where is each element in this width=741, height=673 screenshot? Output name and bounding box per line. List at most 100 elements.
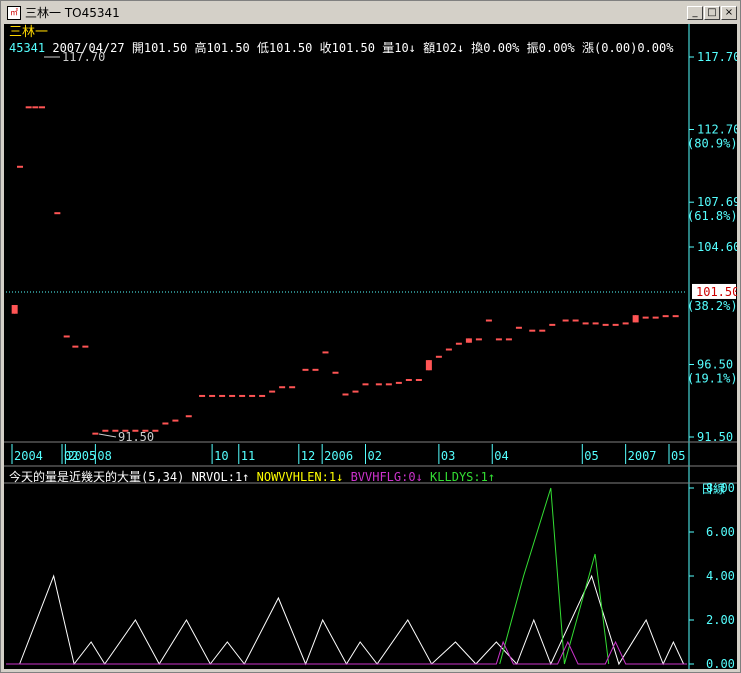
price-candle <box>539 329 546 332</box>
price-tick-label: 117.70 <box>697 50 737 64</box>
price-candle <box>612 323 619 326</box>
quote-info-line: 45341 2007/04/27 開101.50 高101.50 低101.50… <box>9 41 673 55</box>
amplitude: 振0.00% <box>526 41 575 55</box>
price-candle <box>622 322 629 325</box>
date-tick-label: 12 <box>301 449 315 463</box>
price-candle <box>672 315 679 318</box>
high-price: 高101.50 <box>194 41 250 55</box>
period-scale-button[interactable]: 日線 <box>701 480 725 497</box>
date-tick-label: 05 <box>584 449 598 463</box>
price-candle <box>302 368 309 371</box>
price-candle <box>475 338 482 341</box>
price-candle <box>415 378 422 381</box>
price-candle <box>342 393 349 396</box>
date-tick-label: 11 <box>241 449 255 463</box>
price-candle <box>652 316 659 319</box>
price-candle <box>82 345 89 348</box>
low-marker-line <box>98 433 117 438</box>
price-candle <box>602 323 609 326</box>
price-candle <box>249 394 256 397</box>
low-price: 低101.50 <box>257 41 313 55</box>
indicator-header: 今天的量是近幾天的大量(5,34) NRVOL:1↑ NOWVVHLEN:1↓ … <box>9 470 495 484</box>
date-tick-label: 2005 <box>67 449 96 463</box>
maximize-button[interactable]: □ <box>704 6 720 20</box>
price-candle <box>332 371 339 374</box>
indicator-series-line-nrvol <box>19 574 685 666</box>
price-candle <box>352 390 359 393</box>
indicator-series-nowvvhlen: NOWVVHLEN:1↓ <box>256 470 344 484</box>
price-candle <box>142 429 149 432</box>
chart-area[interactable]: 117.70 112.70 (80.9%) 107.69 (61.8%) 104.60 96… <box>4 24 737 669</box>
price-candle <box>485 319 492 322</box>
price-candle <box>385 383 392 386</box>
price-tick-label: 112.70 <box>697 123 737 137</box>
turnover: 換0.00% <box>471 41 520 55</box>
indicator-series-bvvhflg: BVVHFLG:0↓ <box>350 470 423 484</box>
price-tick-label: 107.69 <box>697 195 737 209</box>
price-candle <box>112 429 119 432</box>
price-candle <box>465 338 472 343</box>
price-candle <box>54 212 61 215</box>
low-marker-label: 91.50 <box>118 430 154 444</box>
price-candle <box>25 106 32 109</box>
date-tick-label: 04 <box>494 449 508 463</box>
stock-code: 45341 <box>9 41 46 55</box>
app-icon: ㎡ <box>7 6 21 20</box>
price-candle <box>505 338 512 341</box>
current-price-pct: (38.2%) <box>687 299 737 313</box>
indicator-title: 今天的量是近幾天的大量(5,34) <box>9 470 185 484</box>
price-tick-label: 96.50 <box>697 357 733 371</box>
price-candle <box>152 429 159 432</box>
price-tick-pct: (19.1%) <box>687 371 737 385</box>
price-candle <box>122 429 129 432</box>
title-bar[interactable]: ㎡ 三林一 TO45341 _ □ × <box>3 3 738 23</box>
quote-date: 2007/04/27 <box>52 41 125 55</box>
price-candle <box>229 394 236 397</box>
close-button[interactable]: × <box>721 6 737 20</box>
price-tick-pct: (61.8%) <box>687 209 737 223</box>
indicator-tick-label: 0.00 <box>706 657 735 669</box>
change: 漲(0.00)0.00% <box>582 41 674 55</box>
date-tick-label: 03 <box>441 449 455 463</box>
price-candle <box>572 319 579 322</box>
price-candle <box>322 351 329 354</box>
price-candle <box>102 429 109 432</box>
indicator-tick-label: 6.00 <box>706 525 735 539</box>
price-candle <box>562 319 569 322</box>
price-candle <box>425 360 432 371</box>
price-candle <box>362 383 369 386</box>
date-tick-label: 10 <box>214 449 228 463</box>
price-candle <box>162 422 169 425</box>
price-candle <box>289 386 296 389</box>
date-tick-label: 05 <box>671 449 685 463</box>
price-candle <box>92 432 99 435</box>
price-candle <box>172 419 179 422</box>
price-candle <box>515 326 522 329</box>
price-candle <box>17 165 24 168</box>
price-candle <box>662 315 669 318</box>
indicator-tick-label: 2.00 <box>706 613 735 627</box>
stock-name: 三林一 <box>9 25 49 40</box>
price-candle <box>455 342 462 345</box>
date-tick-label: 2007 <box>628 449 657 463</box>
price-candle <box>11 305 18 314</box>
volume: 量10↓ <box>382 41 416 55</box>
indicator-series-nrvol: NRVOL:1↑ <box>191 470 250 484</box>
price-candle <box>279 386 286 389</box>
price-chart-svg[interactable]: 117.70 112.70(80.9%) 107.69(61.8%) 104.60 96… <box>4 24 737 669</box>
price-candle <box>529 329 536 332</box>
price-candle <box>185 415 192 418</box>
date-tick-label: 08 <box>97 449 111 463</box>
price-candle <box>435 355 442 358</box>
price-candle <box>632 315 639 323</box>
price-candle <box>592 322 599 325</box>
price-candle <box>209 394 216 397</box>
price-candle <box>32 106 39 109</box>
price-candle <box>405 378 412 381</box>
current-price-label: 101.50 <box>696 285 737 299</box>
price-candle <box>72 345 79 348</box>
price-candle <box>445 348 452 351</box>
price-candle <box>199 394 206 397</box>
price-candle <box>219 394 226 397</box>
minimize-button[interactable]: _ <box>687 6 703 20</box>
